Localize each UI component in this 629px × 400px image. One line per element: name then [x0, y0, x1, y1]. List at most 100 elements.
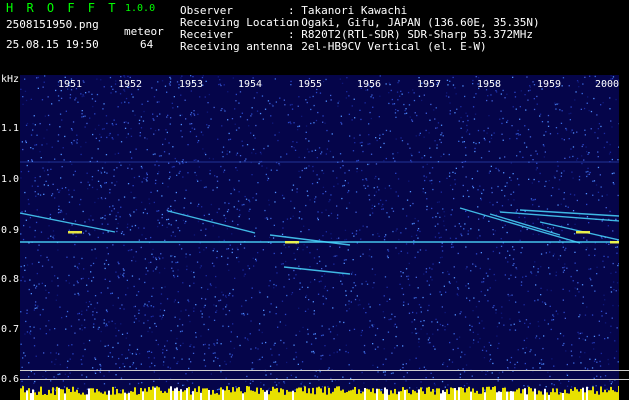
x-tick-label: 1951 — [58, 79, 83, 90]
level-bar — [242, 393, 244, 400]
noise-speckle — [571, 355, 573, 357]
noise-speckle — [342, 165, 344, 167]
level-bar — [70, 392, 72, 400]
noise-speckle — [373, 324, 375, 326]
noise-speckle — [268, 387, 270, 389]
noise-speckle — [274, 361, 277, 363]
noise-speckle — [98, 140, 101, 142]
x-tick-label: 1952 — [118, 79, 143, 90]
noise-speckle — [246, 144, 249, 146]
noise-speckle — [177, 227, 179, 229]
noise-speckle — [92, 105, 94, 108]
noise-speckle — [588, 268, 590, 270]
noise-speckle — [516, 137, 518, 140]
noise-speckle — [585, 146, 587, 148]
timestamp: 25.08.15 19:50 — [6, 38, 99, 51]
noise-speckle — [301, 361, 304, 363]
noise-speckle — [479, 337, 481, 340]
noise-speckle — [266, 217, 268, 219]
noise-speckle — [96, 311, 98, 314]
noise-speckle — [407, 143, 409, 145]
noise-speckle — [610, 120, 612, 122]
level-bar — [90, 388, 92, 400]
noise-speckle — [475, 265, 477, 268]
noise-speckle — [75, 235, 77, 238]
noise-speckle — [205, 275, 207, 277]
noise-speckle — [504, 224, 506, 226]
noise-speckle — [29, 332, 31, 334]
noise-speckle — [72, 353, 74, 355]
noise-speckle — [127, 133, 129, 135]
noise-speckle — [47, 96, 49, 98]
noise-speckle — [21, 380, 23, 382]
noise-speckle — [273, 287, 275, 289]
noise-speckle — [71, 196, 73, 198]
noise-speckle — [231, 220, 234, 222]
noise-speckle — [506, 121, 508, 123]
noise-speckle — [173, 274, 175, 277]
noise-speckle — [617, 159, 619, 161]
noise-speckle — [279, 164, 281, 166]
noise-speckle — [611, 158, 613, 161]
noise-speckle — [177, 382, 179, 384]
level-bar — [82, 392, 84, 400]
noise-speckle — [196, 261, 199, 263]
noise-speckle — [322, 193, 324, 195]
noise-speckle — [529, 89, 531, 91]
noise-speckle — [380, 146, 382, 148]
noise-speckle — [100, 186, 102, 188]
noise-speckle — [473, 118, 476, 120]
noise-speckle — [135, 318, 137, 320]
noise-speckle — [244, 160, 246, 162]
noise-speckle — [428, 337, 430, 339]
noise-speckle — [126, 357, 129, 359]
noise-speckle — [397, 110, 399, 112]
noise-speckle — [299, 176, 301, 178]
noise-speckle — [441, 132, 443, 134]
level-bar — [142, 391, 144, 400]
noise-speckle — [316, 262, 318, 265]
noise-speckle — [35, 287, 37, 289]
noise-speckle — [216, 211, 218, 214]
noise-speckle — [200, 179, 202, 182]
noise-speckle — [468, 133, 471, 135]
noise-speckle — [533, 178, 535, 181]
noise-speckle — [200, 310, 202, 312]
noise-speckle — [230, 193, 232, 195]
noise-speckle — [210, 284, 212, 287]
noise-speckle — [148, 357, 150, 359]
noise-speckle — [148, 262, 150, 264]
noise-speckle — [73, 189, 75, 191]
noise-speckle — [558, 179, 561, 181]
noise-speckle — [534, 261, 536, 263]
noise-speckle — [193, 234, 196, 236]
noise-speckle — [273, 283, 275, 286]
noise-speckle — [586, 151, 588, 153]
noise-speckle — [24, 355, 26, 357]
noise-speckle — [146, 138, 148, 140]
noise-speckle — [562, 267, 564, 269]
noise-speckle — [363, 184, 365, 187]
noise-speckle — [413, 243, 415, 245]
noise-speckle — [26, 122, 29, 125]
noise-speckle — [179, 114, 181, 117]
noise-speckle — [185, 373, 187, 375]
noise-speckle — [596, 273, 598, 275]
noise-speckle — [220, 343, 222, 345]
noise-speckle — [353, 282, 355, 284]
noise-speckle — [215, 286, 217, 289]
noise-speckle — [202, 148, 204, 150]
level-bar — [516, 389, 518, 400]
noise-speckle — [543, 145, 545, 147]
noise-speckle — [48, 225, 50, 227]
noise-speckle — [447, 270, 449, 273]
noise-speckle — [24, 78, 26, 80]
noise-speckle — [225, 306, 227, 308]
noise-speckle — [176, 81, 179, 83]
noise-speckle — [296, 141, 298, 143]
noise-speckle — [37, 185, 39, 187]
noise-speckle — [469, 324, 471, 326]
level-bar — [154, 387, 156, 400]
noise-speckle — [105, 323, 108, 325]
noise-speckle — [171, 267, 173, 269]
